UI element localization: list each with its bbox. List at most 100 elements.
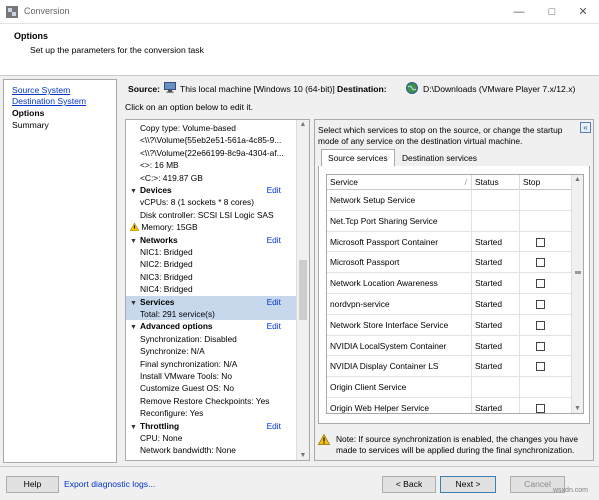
section-devices[interactable]: ▼ Devices Edit <box>126 184 297 196</box>
step-options: Options <box>12 108 45 118</box>
scroll-down-icon[interactable]: ▼ <box>572 405 583 412</box>
back-button[interactable]: < Back <box>382 476 436 493</box>
tree-item[interactable]: <C:>: 419.87 GB <box>126 172 203 184</box>
tree-item[interactable]: Total: 291 service(s) <box>126 308 297 321</box>
section-services[interactable]: ▼ Services Edit <box>126 295 297 308</box>
tree-item[interactable]: CPU: None <box>126 432 182 444</box>
service-name-cell: Microsoft Passport Container <box>327 231 472 253</box>
stop-checkbox[interactable] <box>536 279 545 289</box>
tab-source-services[interactable]: Source services <box>321 149 395 167</box>
table-row[interactable]: Network Location Awareness Started <box>327 273 573 294</box>
service-name-cell: Origin Client Service <box>327 377 472 398</box>
table-row[interactable]: Microsoft Passport Container Started <box>327 231 573 253</box>
table-row[interactable]: NVIDIA Display Container LS Started <box>327 356 573 378</box>
tree-item[interactable]: Customize Guest OS: No <box>126 382 234 394</box>
step-destination-system[interactable]: Destination System <box>12 96 86 106</box>
tree-item[interactable]: NIC4: Bridged <box>126 283 193 295</box>
scroll-down-icon[interactable]: ▼ <box>297 452 309 459</box>
services-table[interactable]: Service / Status Stop Network Setup Serv… <box>326 174 584 414</box>
service-name-cell: Network Setup Service <box>327 190 472 211</box>
tree-item[interactable]: Memory: 15GB <box>126 221 198 233</box>
tree-scrollbar[interactable]: ▲ ▼ <box>296 120 309 460</box>
stop-checkbox[interactable] <box>536 362 545 372</box>
edit-services-link[interactable]: Edit <box>267 296 281 308</box>
edit-devices-link[interactable]: Edit <box>267 184 281 196</box>
table-row[interactable]: NVIDIA LocalSystem Container Started <box>327 335 573 357</box>
options-tree[interactable]: Copy type: Volume-based <\\?\Volume{55eb… <box>125 119 310 461</box>
edit-networks-link[interactable]: Edit <box>267 234 281 246</box>
stop-checkbox[interactable] <box>536 404 545 413</box>
table-row[interactable]: Microsoft Passport Started <box>327 252 573 274</box>
tree-item[interactable]: NIC3: Bridged <box>126 271 193 283</box>
stop-checkbox[interactable] <box>536 341 545 351</box>
maximize-icon[interactable]: □ <box>543 3 561 21</box>
column-header-status[interactable]: Status <box>472 175 520 190</box>
tree-item[interactable]: Synchronization: Disabled <box>126 333 237 345</box>
scrollbar-thumb[interactable] <box>575 271 581 274</box>
tree-item[interactable]: NIC2: Bridged <box>126 258 193 270</box>
stop-checkbox[interactable] <box>536 237 545 247</box>
tree-item[interactable]: Disk controller: SCSI LSI Logic SAS <box>126 209 274 221</box>
section-title: Networks <box>140 234 178 245</box>
page-header: Options Set up the parameters for the co… <box>0 24 599 76</box>
minimize-icon[interactable]: — <box>510 3 528 21</box>
service-name-cell: nordvpn-service <box>327 294 472 315</box>
stop-checkbox[interactable] <box>536 300 545 309</box>
scroll-up-icon[interactable]: ▲ <box>297 121 309 128</box>
table-row[interactable]: nordvpn-service Started <box>327 294 573 315</box>
tree-item[interactable]: Remove Restore Checkpoints: Yes <box>126 395 269 407</box>
section-throttling[interactable]: ▼ Throttling Edit <box>126 420 297 432</box>
scroll-up-icon[interactable]: ▲ <box>572 176 583 183</box>
app-icon <box>6 6 18 18</box>
stop-checkbox[interactable] <box>536 258 545 268</box>
watermark: wsxdn.com <box>553 487 589 494</box>
source-label: Source: <box>128 84 160 94</box>
tree-item[interactable]: NIC1: Bridged <box>126 246 193 258</box>
tree-item[interactable]: <\\?\Volume{55eb2e51-561a-4c85-9... <box>126 134 281 146</box>
service-stop-cell <box>520 231 573 253</box>
section-title: Services <box>140 296 175 307</box>
service-name-cell: NVIDIA LocalSystem Container <box>327 335 472 357</box>
service-status-cell: Started <box>472 231 520 253</box>
tab-destination-services[interactable]: Destination services <box>395 149 484 167</box>
tree-item[interactable]: Network bandwidth: None <box>126 444 236 456</box>
section-networks[interactable]: ▼ Networks Edit <box>126 234 297 246</box>
service-stop-cell <box>520 210 573 232</box>
column-header-service[interactable]: Service / <box>327 175 472 190</box>
table-row[interactable]: Network Store Interface Service Started <box>327 314 573 336</box>
tree-item[interactable]: vCPUs: 8 (1 sockets * 8 cores) <box>126 196 254 208</box>
tree-item[interactable]: Copy type: Volume-based <box>126 122 236 134</box>
edit-advanced-link[interactable]: Edit <box>267 320 281 332</box>
tree-item[interactable]: Synchronize: N/A <box>126 345 205 357</box>
step-source-system[interactable]: Source System <box>12 85 70 95</box>
table-row[interactable]: Origin Client Service <box>327 377 573 398</box>
tree-item[interactable]: <\\?\Volume{22e66199-8c9a-4304-af... <box>126 147 284 159</box>
export-logs-link[interactable]: Export diagnostic logs... <box>64 479 155 489</box>
warning-icon <box>318 434 330 445</box>
tree-item[interactable]: <>: 16 MB <box>126 159 179 171</box>
scrollbar-thumb[interactable] <box>299 260 307 320</box>
table-row[interactable]: Network Setup Service <box>327 190 573 211</box>
next-button[interactable]: Next > <box>440 476 496 493</box>
tree-item[interactable]: Install VMware Tools: No <box>126 370 232 382</box>
help-button[interactable]: Help <box>6 476 59 493</box>
close-icon[interactable]: ✕ <box>574 3 592 21</box>
tree-item[interactable]: Reconfigure: Yes <box>126 407 203 419</box>
footer-divider <box>0 466 599 467</box>
service-stop-cell <box>520 335 573 357</box>
destination-label: Destination: <box>337 84 387 94</box>
tree-item[interactable]: Final synchronization: N/A <box>126 358 237 370</box>
panel-description: Select which services to stop on the sou… <box>318 125 563 146</box>
stop-checkbox[interactable] <box>536 320 545 330</box>
service-stop-cell <box>520 356 573 378</box>
service-status-cell <box>472 190 520 211</box>
section-advanced-options[interactable]: ▼ Advanced options Edit <box>126 320 297 332</box>
column-header-stop[interactable]: Stop <box>520 175 573 190</box>
table-row[interactable]: Origin Web Helper Service Started <box>327 398 573 413</box>
service-name-cell: Network Location Awareness <box>327 273 472 294</box>
table-row[interactable]: Net.Tcp Port Sharing Service <box>327 210 573 232</box>
table-scrollbar[interactable]: ▲ ▼ <box>571 175 583 413</box>
edit-throttling-link[interactable]: Edit <box>267 420 281 432</box>
service-name-cell: Origin Web Helper Service <box>327 398 472 413</box>
collapse-icon[interactable]: « <box>580 122 591 133</box>
